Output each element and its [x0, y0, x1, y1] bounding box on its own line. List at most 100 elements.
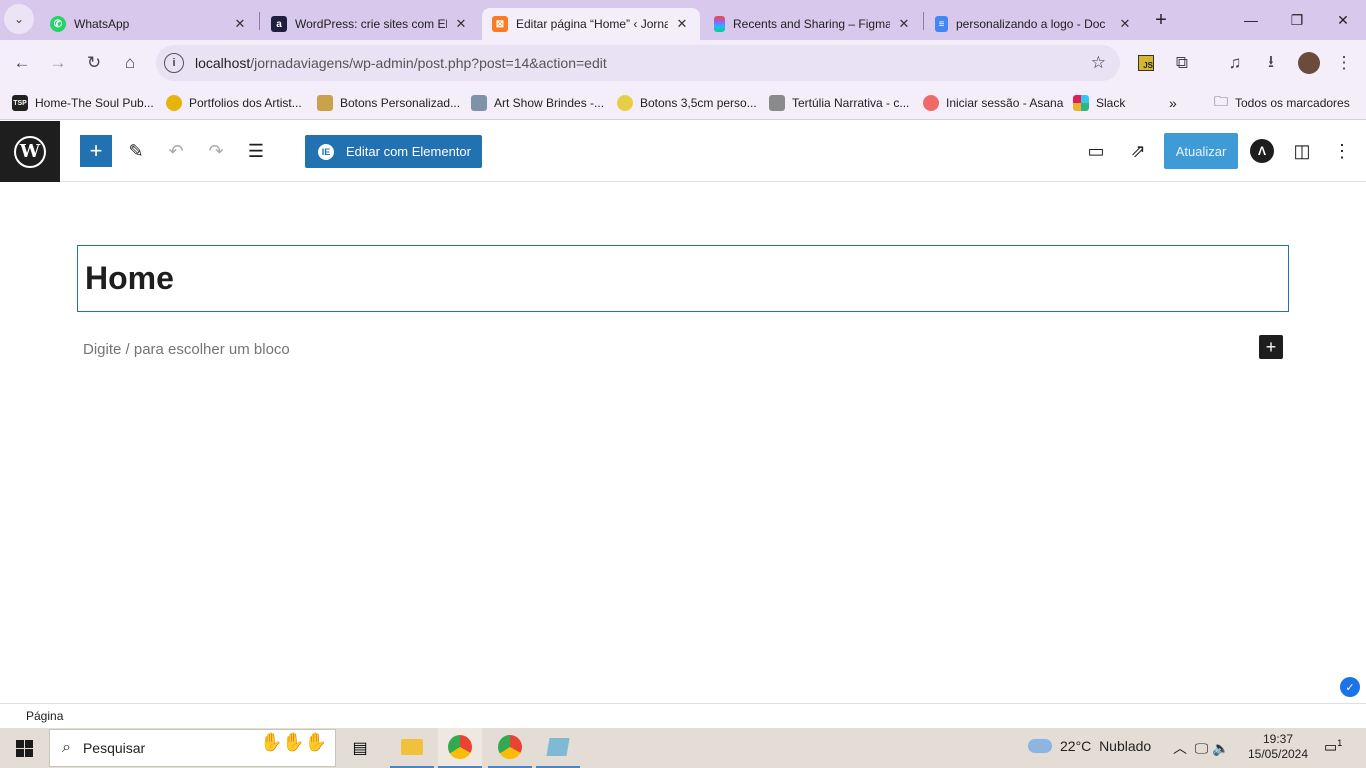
tab-wordpress[interactable]: a WordPress: crie sites com Ele ✕: [261, 8, 479, 40]
windows-taskbar: ⌕ Pesquisar ✋✋✋ ▤ 22°C Nublado ︿ 🖵 🔈 19:…: [0, 728, 1366, 768]
art-show-icon: [471, 95, 487, 111]
bookmark-item[interactable]: Tertúlia Narrativa - c...: [769, 92, 909, 114]
taskbar-search[interactable]: ⌕ Pesquisar ✋✋✋: [49, 729, 336, 767]
wordpress-logo-button[interactable]: W: [0, 121, 60, 182]
tab-title: Recents and Sharing – Figma: [733, 17, 890, 31]
profile-avatar[interactable]: [1293, 47, 1325, 79]
more-bookmarks-chevron-icon[interactable]: »: [1169, 92, 1177, 114]
download-icon[interactable]: ⭳: [1255, 47, 1287, 79]
edit-with-elementor-button[interactable]: IE Editar com Elementor: [305, 135, 482, 168]
start-button[interactable]: [0, 728, 48, 768]
portfolio-icon: [166, 95, 182, 111]
redo-icon[interactable]: ↷: [200, 135, 232, 167]
checkmark-badge-icon[interactable]: ✓: [1340, 677, 1360, 697]
tertulia-icon: [769, 95, 785, 111]
notes-app-icon[interactable]: [536, 728, 580, 768]
bookmark-item[interactable]: TSP Home-The Soul Pub...: [12, 92, 154, 114]
tab-divider: [923, 12, 924, 30]
bookmark-item[interactable]: Portfolios dos Artist...: [166, 92, 302, 114]
xampp-icon: ⊠: [492, 16, 508, 32]
bookmark-item[interactable]: Art Show Brindes -...: [471, 92, 604, 114]
tab-close-icon[interactable]: ✕: [896, 16, 912, 32]
bookmark-item[interactable]: Botons Personalizad...: [317, 92, 460, 114]
inline-add-block-button[interactable]: +: [1259, 335, 1283, 359]
system-clock[interactable]: 19:37 15/05/2024: [1246, 732, 1310, 762]
tsp-icon: TSP: [12, 95, 28, 111]
new-tab-button[interactable]: +: [1145, 4, 1177, 36]
url-text[interactable]: localhost/jornadaviagens/wp-admin/post.p…: [195, 55, 607, 71]
chevron-up-icon[interactable]: ︿: [1173, 740, 1187, 756]
tab-close-icon[interactable]: ✕: [674, 16, 690, 32]
boton-icon: [317, 95, 333, 111]
update-button[interactable]: Atualizar: [1164, 133, 1238, 169]
tab-close-icon[interactable]: ✕: [453, 16, 469, 32]
post-title-block[interactable]: Home: [77, 245, 1289, 312]
extensions-icon[interactable]: ⧉: [1166, 47, 1198, 79]
editor-footer: Página: [0, 703, 1366, 728]
wordpress-logo-icon: W: [14, 135, 46, 168]
tools-pencil-icon[interactable]: ✎: [120, 135, 152, 167]
back-button[interactable]: ←: [6, 47, 38, 79]
reload-button[interactable]: ↻: [78, 47, 110, 79]
search-icon: ⌕: [62, 739, 71, 756]
network-icon[interactable]: 🖵: [1195, 740, 1209, 756]
tab-whatsapp[interactable]: ✆ WhatsApp ✕: [40, 8, 258, 40]
javascript-extension-icon[interactable]: JS: [1130, 47, 1162, 79]
minimize-button[interactable]: —: [1228, 0, 1274, 40]
tab-close-icon[interactable]: ✕: [232, 16, 248, 32]
document-overview-icon[interactable]: ☰: [240, 135, 272, 167]
chrome-profile-icon[interactable]: [488, 728, 532, 768]
site-info-icon[interactable]: i: [164, 53, 184, 73]
block-breadcrumb[interactable]: Página: [26, 709, 63, 723]
undo-icon[interactable]: ↶: [160, 135, 192, 167]
tab-figma[interactable]: Recents and Sharing – Figma ✕: [704, 8, 922, 40]
browser-tab-strip: ⌄ ✆ WhatsApp ✕ a WordPress: crie sites c…: [0, 0, 1366, 40]
block-inserter-button[interactable]: +: [80, 135, 112, 167]
preview-desktop-icon[interactable]: ▭: [1080, 135, 1112, 167]
tab-search-button[interactable]: ⌄: [4, 4, 34, 34]
tab-title: WhatsApp: [74, 17, 130, 31]
options-menu-icon[interactable]: ⋮: [1326, 135, 1358, 167]
notification-count: 1: [1337, 738, 1343, 748]
elementor-icon: IE: [318, 143, 334, 160]
bookmark-item[interactable]: Botons 3,5cm perso...: [617, 92, 757, 114]
chrome-icon[interactable]: [438, 728, 482, 768]
astra-settings-icon[interactable]: Λ: [1250, 139, 1274, 163]
slack-icon: [1073, 95, 1089, 111]
notification-center-icon[interactable]: ▭1: [1324, 738, 1344, 758]
view-page-external-icon[interactable]: ⇗: [1122, 135, 1154, 167]
bookmark-star-icon[interactable]: ☆: [1091, 53, 1106, 73]
system-tray[interactable]: ︿ 🖵 🔈: [1173, 738, 1230, 758]
block-placeholder[interactable]: Digite / para escolher um bloco: [83, 341, 290, 358]
media-controls-icon[interactable]: ♫: [1219, 47, 1251, 79]
tab-close-icon[interactable]: ✕: [1117, 16, 1133, 32]
weather-widget[interactable]: 22°C Nublado: [1028, 738, 1151, 754]
forward-button[interactable]: →: [42, 47, 74, 79]
tab-title: personalizando a logo - Doc: [956, 17, 1106, 31]
file-explorer-icon[interactable]: [390, 728, 434, 768]
bookmark-item[interactable]: Slack: [1073, 92, 1125, 114]
browser-toolbar: ← → ↻ ⌂ i localhost/jornadaviagens/wp-ad…: [0, 40, 1366, 86]
close-window-button[interactable]: ✕: [1320, 0, 1366, 40]
settings-sidebar-icon[interactable]: ◫: [1286, 135, 1318, 167]
bookmark-item[interactable]: Iniciar sessão - Asana: [923, 92, 1063, 114]
docs-icon: ≡: [935, 16, 948, 32]
asana-icon: [923, 95, 939, 111]
folder-icon: 🗀: [1214, 93, 1228, 109]
task-view-icon[interactable]: ▤: [338, 728, 382, 768]
restore-button[interactable]: ❐: [1274, 0, 1320, 40]
all-bookmarks-folder[interactable]: 🗀 Todos os marcadores: [1214, 92, 1350, 114]
browser-menu-icon[interactable]: ⋮: [1328, 47, 1360, 79]
page-title[interactable]: Home: [85, 260, 174, 297]
address-bar[interactable]: i localhost/jornadaviagens/wp-admin/post…: [156, 45, 1120, 81]
tab-editar-pagina[interactable]: ⊠ Editar página “Home” ‹ Jorna ✕: [482, 8, 700, 40]
tab-title: WordPress: crie sites com Ele: [295, 17, 447, 31]
tab-google-docs[interactable]: ≡ personalizando a logo - Doc ✕: [925, 8, 1143, 40]
volume-icon[interactable]: 🔈: [1212, 740, 1229, 756]
home-button[interactable]: ⌂: [114, 47, 146, 79]
cloud-icon: [1028, 739, 1052, 753]
whatsapp-icon: ✆: [50, 16, 66, 32]
tab-title: Editar página “Home” ‹ Jorna: [516, 17, 668, 31]
wordpress-icon: a: [271, 16, 287, 32]
search-placeholder: Pesquisar: [82, 740, 146, 756]
